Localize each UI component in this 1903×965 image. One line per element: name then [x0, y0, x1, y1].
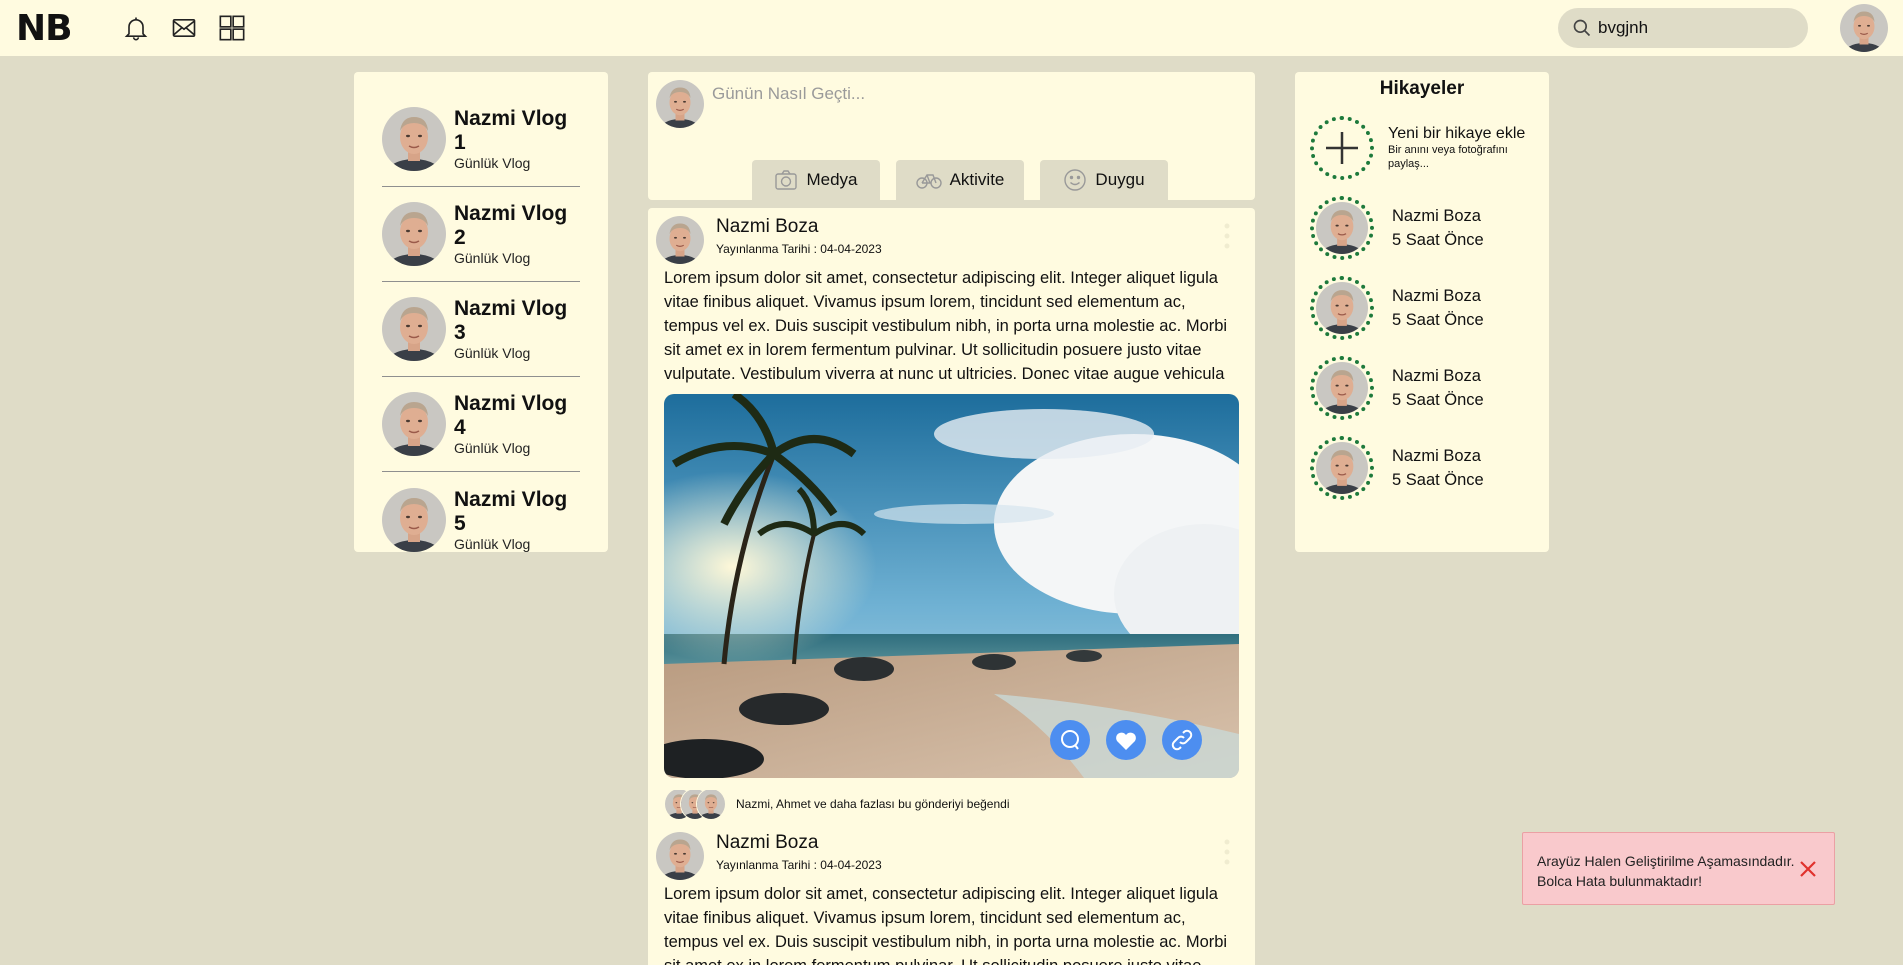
bicycle-icon — [915, 174, 942, 189]
search-icon — [1573, 19, 1591, 37]
camera-icon — [775, 170, 798, 190]
vlog-subtitle: Günlük Vlog — [454, 440, 531, 456]
post-text: Lorem ipsum dolor sit amet, consectetur … — [664, 885, 1228, 965]
add-story-button[interactable]: Yeni bir hikaye ekle Bir anını veya foto… — [1310, 116, 1525, 180]
avatar — [382, 202, 446, 266]
avatar — [1316, 362, 1368, 414]
post-image[interactable] — [664, 394, 1239, 778]
post-card: Nazmi Boza Yayınlanma Tarihi : 04-04-202… — [648, 208, 1255, 832]
avatar — [656, 80, 704, 128]
link-icon — [1171, 729, 1193, 751]
post-date: Yayınlanma Tarihi : 04-04-2023 — [716, 242, 882, 256]
user-avatar[interactable] — [1840, 4, 1888, 52]
media-label: Medya — [806, 170, 858, 189]
avatar — [1316, 442, 1368, 494]
vlog-subtitle: Günlük Vlog — [454, 250, 531, 266]
story-item[interactable]: Nazmi Boza 5 Saat Önce — [1310, 436, 1484, 500]
story-item[interactable]: Nazmi Boza 5 Saat Önce — [1310, 196, 1484, 260]
liker-avatars — [664, 788, 728, 820]
vlog-item[interactable]: Nazmi Vlog 4 Günlük Vlog — [382, 377, 580, 472]
story-item[interactable]: Nazmi Boza 5 Saat Önce — [1310, 276, 1484, 340]
more-options-icon[interactable] — [1223, 222, 1231, 250]
avatar — [382, 488, 446, 552]
avatar[interactable] — [656, 832, 704, 880]
feeling-label: Duygu — [1095, 170, 1145, 189]
mail-icon[interactable] — [170, 14, 198, 42]
post-card: Nazmi Boza Yayınlanma Tarihi : 04-04-202… — [648, 824, 1255, 965]
avatar — [696, 788, 726, 820]
vlog-title: Nazmi Vlog 2 — [454, 202, 568, 249]
story-time: 5 Saat Önce — [1392, 391, 1484, 409]
activity-label: Aktivite — [949, 170, 1005, 189]
bell-icon[interactable] — [122, 14, 150, 42]
story-name: Nazmi Boza — [1392, 207, 1481, 225]
close-icon[interactable] — [1798, 859, 1818, 879]
plus-icon — [1326, 132, 1358, 164]
avatar — [382, 297, 446, 361]
vlog-item[interactable]: Nazmi Vlog 1 Günlük Vlog — [382, 92, 580, 187]
vlog-title: Nazmi Vlog 5 — [454, 487, 568, 535]
add-story-circle — [1310, 116, 1374, 180]
add-story-subtitle: Bir anını veya fotoğrafını paylaş... — [1388, 144, 1508, 170]
share-link-button[interactable] — [1162, 720, 1202, 760]
comment-button[interactable] — [1050, 720, 1090, 760]
post-date: Yayınlanma Tarihi : 04-04-2023 — [716, 858, 882, 872]
composer-input[interactable] — [712, 84, 1232, 104]
avatar[interactable] — [656, 216, 704, 264]
vlog-title: Nazmi Vlog 3 — [454, 297, 568, 344]
vlog-subtitle: Günlük Vlog — [454, 345, 531, 361]
heart-icon — [1116, 732, 1136, 750]
avatar — [382, 107, 446, 171]
story-time: 5 Saat Önce — [1392, 471, 1484, 489]
vlog-subtitle: Günlük Vlog — [454, 535, 531, 552]
vlog-item[interactable]: Nazmi Vlog 5 Günlük Vlog — [382, 472, 580, 567]
avatar — [382, 392, 446, 456]
likes-text[interactable]: Nazmi, Ahmet ve daha fazlası bu gönderiy… — [736, 797, 1010, 811]
search-input[interactable] — [1598, 18, 1798, 38]
like-button[interactable] — [1106, 720, 1146, 760]
vlog-title: Nazmi Vlog 4 — [454, 392, 568, 439]
vlog-subtitle: Günlük Vlog — [454, 155, 531, 171]
vlog-item[interactable]: Nazmi Vlog 2 Günlük Vlog — [382, 187, 580, 282]
stories-title: Hikayeler — [1379, 78, 1465, 99]
avatar — [1316, 202, 1368, 254]
vlog-title: Nazmi Vlog 1 — [454, 107, 568, 154]
app-logo[interactable]: NB — [16, 8, 73, 49]
warning-toast: Arayüz Halen Geliştirilme Aşamasındadır.… — [1522, 832, 1835, 905]
avatar — [1316, 282, 1368, 334]
post-author[interactable]: Nazmi Boza — [716, 216, 818, 238]
story-time: 5 Saat Önce — [1392, 311, 1484, 329]
vlog-item[interactable]: Nazmi Vlog 3 Günlük Vlog — [382, 282, 580, 377]
story-name: Nazmi Boza — [1392, 447, 1481, 465]
post-text: Lorem ipsum dolor sit amet, consectetur … — [664, 269, 1228, 383]
beach-photo — [664, 394, 1239, 778]
post-author[interactable]: Nazmi Boza — [716, 832, 818, 854]
vlog-list-panel: Nazmi Vlog 1 Günlük Vlog Nazmi Vlog 2 Gü… — [354, 72, 608, 552]
grid-icon[interactable] — [218, 14, 246, 42]
more-options-icon[interactable] — [1223, 838, 1231, 866]
story-time: 5 Saat Önce — [1392, 231, 1484, 249]
comment-icon — [1061, 730, 1079, 750]
story-name: Nazmi Boza — [1392, 367, 1481, 385]
search-box[interactable] — [1558, 8, 1808, 48]
add-story-title: Yeni bir hikaye ekle — [1388, 125, 1526, 142]
top-navbar: NB — [0, 0, 1903, 56]
toast-line-1: Arayüz Halen Geliştirilme Aşamasındadır. — [1537, 853, 1795, 869]
feeling-button[interactable]: Duygu — [1040, 160, 1168, 200]
activity-button[interactable]: Aktivite — [896, 160, 1024, 200]
toast-line-2: Bolca Hata bulunmaktadır! — [1537, 873, 1702, 889]
story-name: Nazmi Boza — [1392, 287, 1481, 305]
stories-panel: Hikayeler Yeni bir hikaye ekle Bir anını… — [1295, 72, 1549, 552]
media-button[interactable]: Medya — [752, 160, 880, 200]
story-item[interactable]: Nazmi Boza 5 Saat Önce — [1310, 356, 1484, 420]
smile-icon — [1064, 169, 1087, 191]
post-composer: Medya Aktivite Duygu — [648, 72, 1255, 200]
